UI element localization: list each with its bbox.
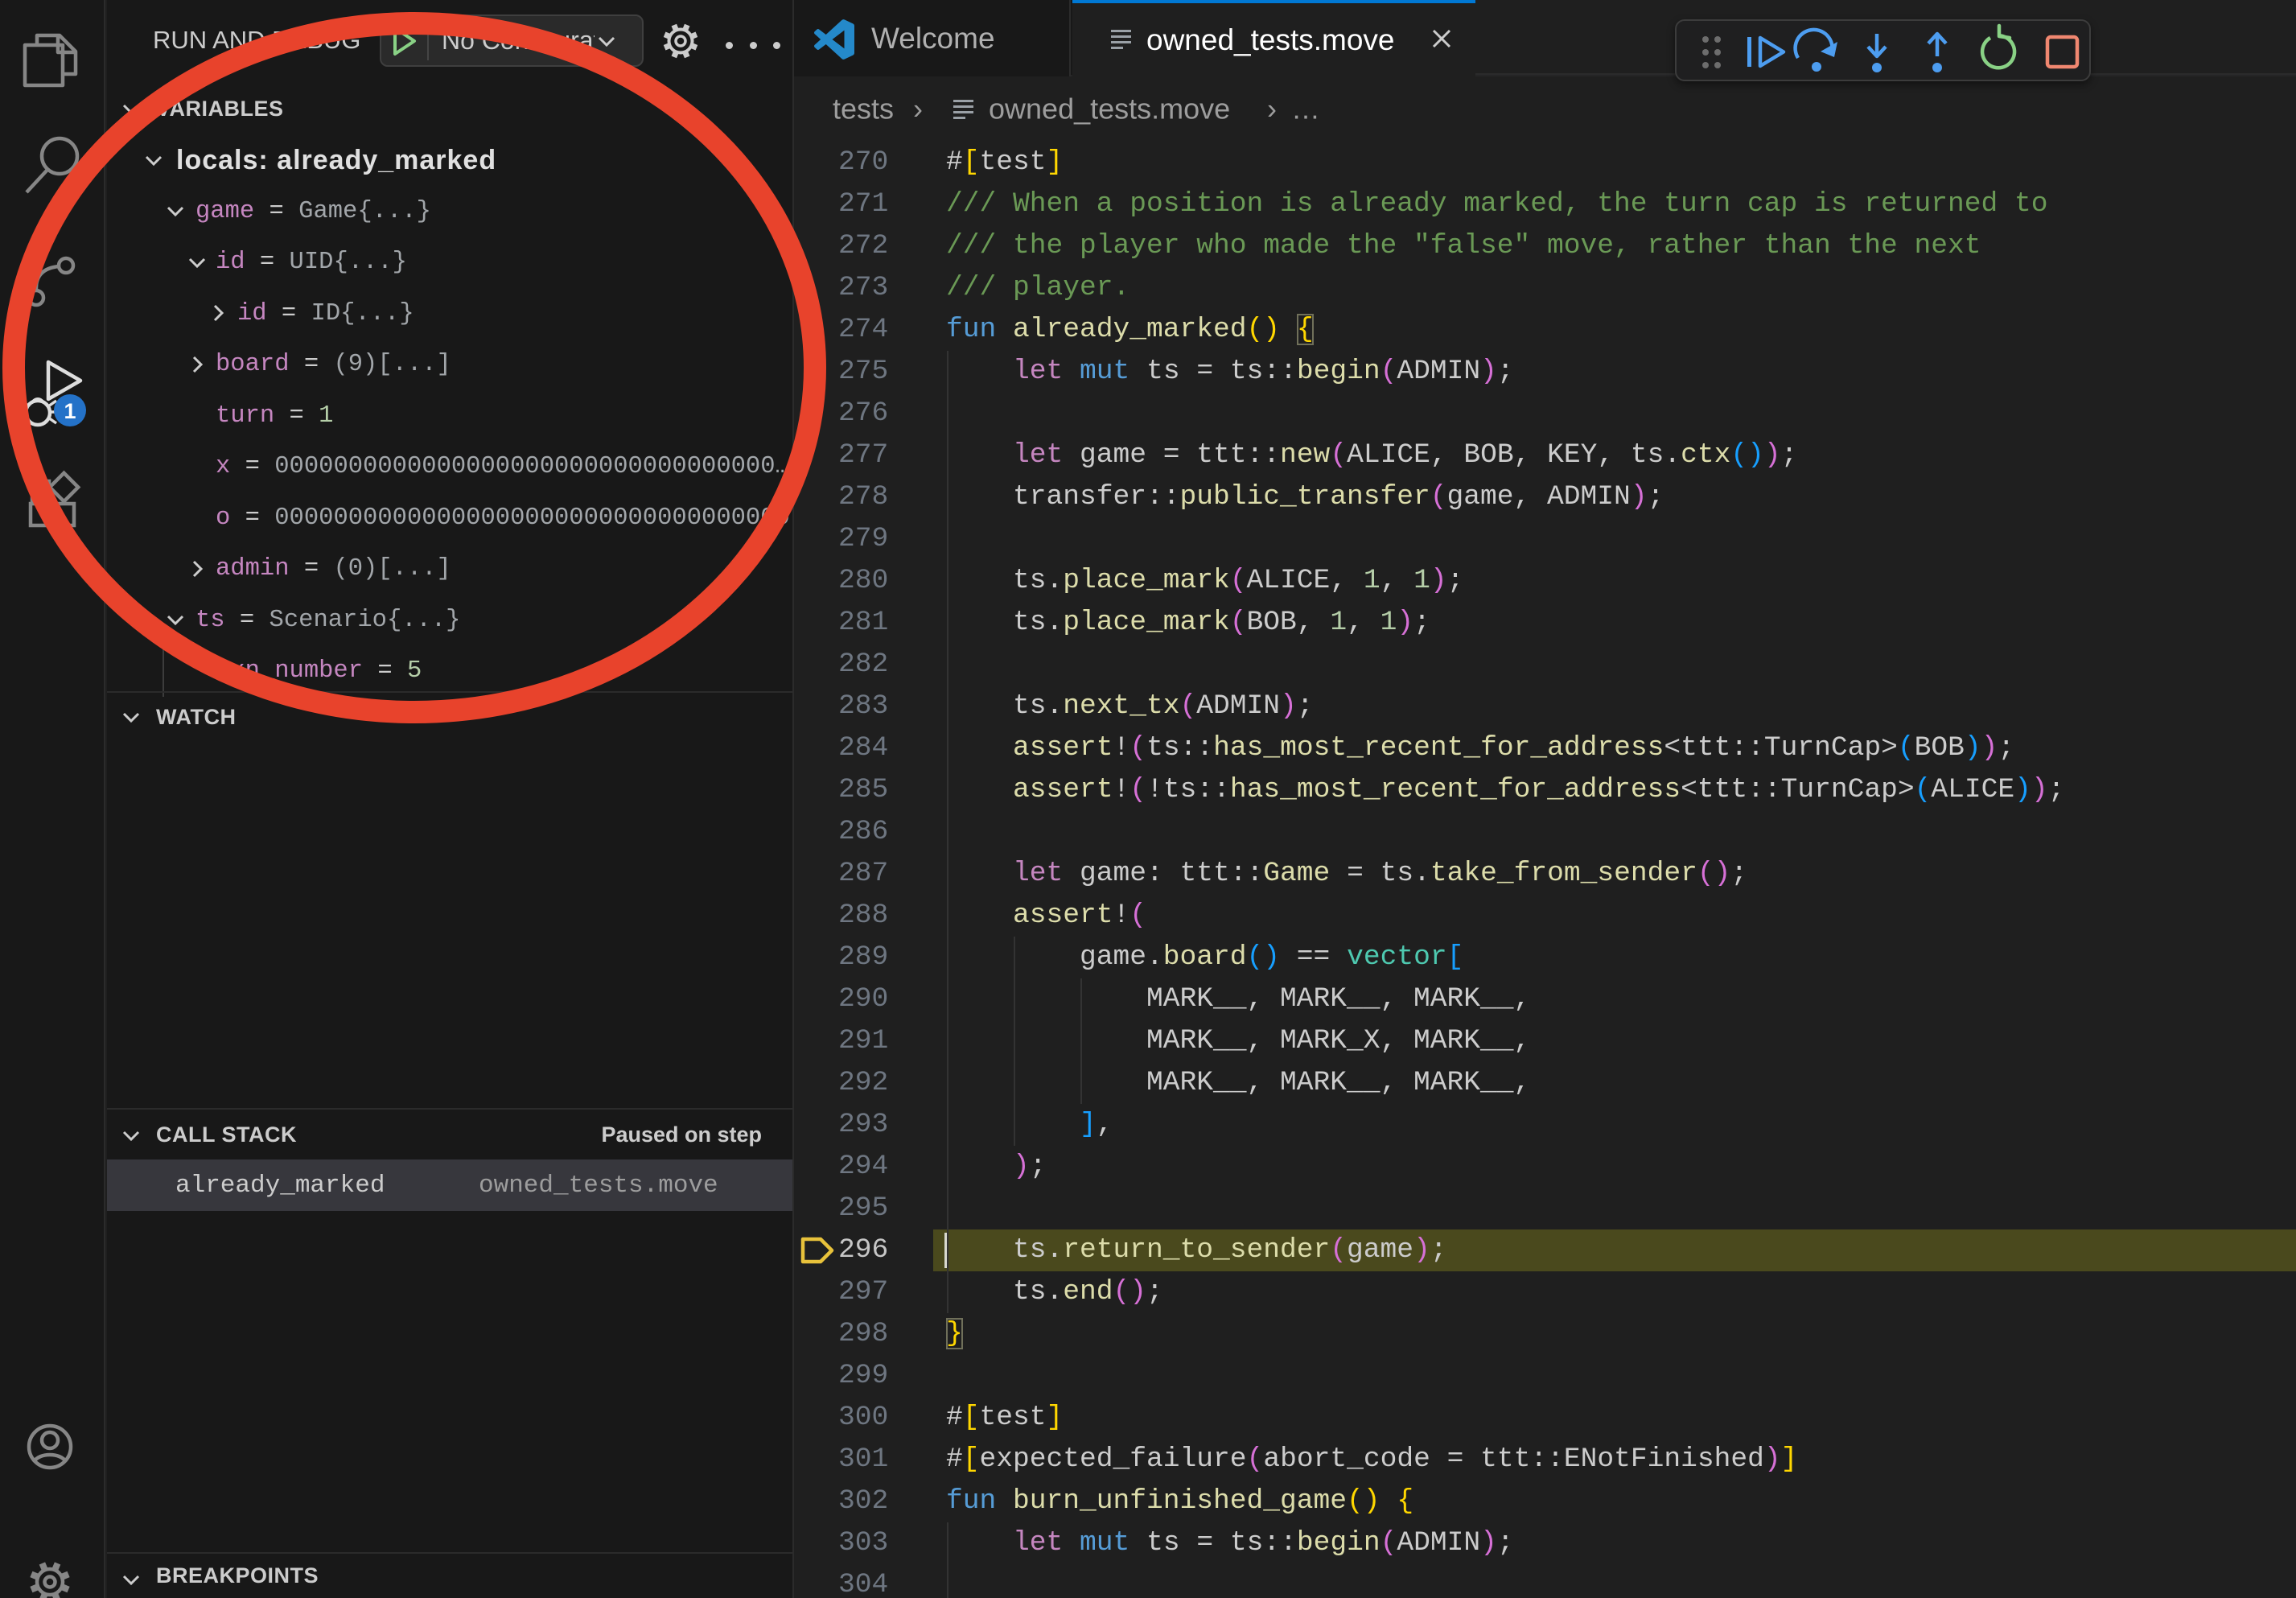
svg-text:1: 1 xyxy=(64,399,76,423)
